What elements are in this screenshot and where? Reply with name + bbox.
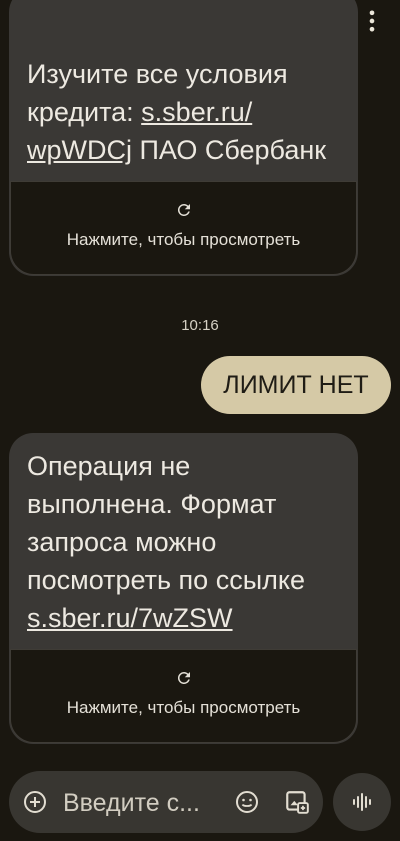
emoji-icon[interactable] (235, 790, 259, 814)
outgoing-message[interactable]: ЛИМИТ НЕТ (201, 356, 391, 414)
incoming-message[interactable]: Операция не выполнена. Формат запроса мо… (9, 433, 358, 744)
refresh-icon (177, 671, 190, 684)
incoming-message[interactable]: Изучите все условия кредита: s.sber.ru/ … (9, 0, 358, 276)
message-text: Операция не выполнена. Формат запроса мо… (27, 451, 305, 633)
waveform-icon (353, 793, 371, 811)
link-preview[interactable]: Нажмите, чтобы просмотреть (10, 649, 357, 743)
voice-message-button[interactable] (333, 773, 391, 831)
more-vertical-icon[interactable] (358, 7, 386, 35)
gallery-icon[interactable] (284, 789, 310, 815)
message-input[interactable] (61, 784, 233, 822)
messaging-screen: 900 Изучите все условия кредита: s.sber.… (0, 0, 400, 841)
plus-circle-icon[interactable] (23, 790, 47, 814)
preview-label: Нажмите, чтобы просмотреть (66, 698, 301, 717)
link-preview[interactable]: Нажмите, чтобы просмотреть (10, 181, 357, 275)
message-composer (9, 771, 323, 833)
message-timestamp: 10:16 (181, 317, 219, 334)
preview-label: Нажмите, чтобы просмотреть (66, 230, 301, 249)
message-text: Изучите все условия кредита: s.sber.ru/ … (27, 59, 327, 165)
message-link[interactable]: s.sber.ru/7wZSW (27, 603, 233, 633)
refresh-icon (177, 203, 190, 216)
